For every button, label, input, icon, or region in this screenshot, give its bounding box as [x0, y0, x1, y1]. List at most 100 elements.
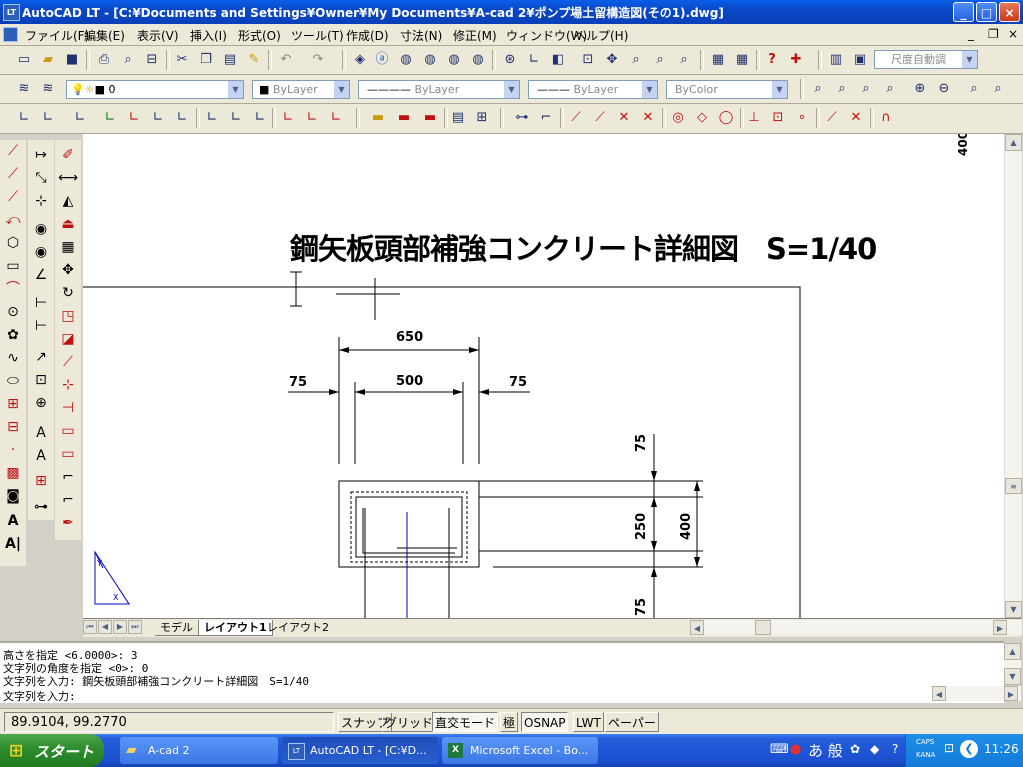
- snap-center-icon[interactable]: ◎: [668, 108, 688, 128]
- redo-icon[interactable]: ↷: [308, 50, 328, 70]
- undo-icon[interactable]: ↶: [276, 50, 296, 70]
- leader-icon[interactable]: ↗: [28, 346, 54, 368]
- region-icon[interactable]: ▬: [394, 108, 414, 128]
- hyperlink-icon[interactable]: ⓐ: [372, 50, 392, 70]
- zoom-dynamic-icon[interactable]: ⌕: [832, 79, 852, 99]
- center-mark-icon[interactable]: ⊕: [28, 392, 54, 414]
- osnap-toggle[interactable]: OSNAP: [521, 712, 569, 732]
- ucs-view-icon[interactable]: ∟: [172, 108, 192, 128]
- dim-style-icon[interactable]: ⊶: [28, 496, 54, 518]
- cut-icon[interactable]: ✂: [172, 50, 192, 70]
- ucs-zaxis-icon[interactable]: ∟: [124, 108, 144, 128]
- publish-icon[interactable]: ⊟: [142, 50, 162, 70]
- paste-icon[interactable]: ▤: [220, 50, 240, 70]
- menu-edit[interactable]: 編集(E): [84, 27, 125, 44]
- grid-toggle[interactable]: グリッド: [382, 712, 437, 732]
- hatch-tool-icon[interactable]: ▩: [0, 462, 26, 484]
- maximize-button[interactable]: □: [976, 2, 997, 22]
- dim-edit-icon[interactable]: A: [28, 422, 54, 444]
- snap-apparent-icon[interactable]: ✕: [638, 108, 658, 128]
- circle-icon[interactable]: ⊙: [0, 301, 26, 323]
- print-preview-icon[interactable]: ⌕: [118, 50, 138, 70]
- ucs-origin-icon[interactable]: ∟: [100, 108, 120, 128]
- dim-angular-icon[interactable]: ∠: [28, 264, 54, 286]
- tab-first-icon[interactable]: ⏮: [83, 620, 97, 634]
- tab-layout2[interactable]: レイアウト2: [262, 620, 334, 635]
- chevron-down-icon[interactable]: ▼: [334, 81, 349, 98]
- ucs-3point-icon[interactable]: ∟: [148, 108, 168, 128]
- snap-icon[interactable]: ⊛: [500, 50, 520, 70]
- drawing-canvas[interactable]: 鋼矢板頭部補強コンクリート詳細図 S=1/40 400 650 500 75 7…: [83, 134, 1004, 618]
- menu-help[interactable]: ヘルプ(H): [574, 27, 628, 44]
- zoom-realtime-icon[interactable]: ⌕: [626, 50, 646, 70]
- dim-update-icon[interactable]: ⊞: [28, 470, 54, 492]
- meet-now-icon[interactable]: ◍: [444, 50, 464, 70]
- zoom-extents-icon[interactable]: ⌕: [988, 79, 1008, 99]
- help-icon[interactable]: ?: [762, 50, 782, 70]
- document-icon[interactable]: [3, 27, 18, 42]
- layer-combo[interactable]: 💡☼■ 0 ▼: [66, 80, 244, 99]
- chevron-down-icon[interactable]: ▼: [504, 81, 519, 98]
- stretch-icon[interactable]: ◪: [55, 328, 81, 350]
- mirror-icon[interactable]: ◭: [55, 190, 81, 212]
- osnap-settings-icon[interactable]: ∩: [876, 108, 896, 128]
- rectangle-icon[interactable]: ▭: [0, 255, 26, 277]
- scale-icon[interactable]: ◳: [55, 305, 81, 327]
- design-center-icon[interactable]: ◈: [350, 50, 370, 70]
- tolerance-icon[interactable]: ⊡: [28, 369, 54, 391]
- temp-track-icon[interactable]: ⊶: [512, 108, 532, 128]
- cmd-scroll-right-icon[interactable]: ▶: [1004, 686, 1018, 701]
- color-combo[interactable]: ■ ByLayer ▼: [252, 80, 350, 99]
- ucs-previous-icon[interactable]: ∟: [326, 108, 346, 128]
- revision-cloud-icon[interactable]: ✿: [0, 324, 26, 346]
- snap-perpendicular-icon[interactable]: ⊥: [744, 108, 764, 128]
- tab-last-icon[interactable]: ⏭: [128, 620, 142, 634]
- copy-icon[interactable]: ❐: [196, 50, 216, 70]
- text-icon[interactable]: A: [0, 510, 26, 532]
- start-button[interactable]: ⊞ スタート: [0, 734, 104, 767]
- open-folder-icon[interactable]: ▰: [38, 50, 58, 70]
- array-icon[interactable]: ▦: [55, 236, 81, 258]
- list-icon[interactable]: ▤: [448, 108, 468, 128]
- task-a-cad-2[interactable]: ▰ A-cad 2: [120, 737, 278, 764]
- ucs-object-icon[interactable]: ∟: [38, 108, 58, 128]
- tab-next-icon[interactable]: ▶: [113, 620, 127, 634]
- mtext-icon[interactable]: A|: [0, 533, 26, 555]
- ucs-z-icon[interactable]: ∟: [250, 108, 270, 128]
- snap-none-icon[interactable]: ✕: [846, 108, 866, 128]
- chevron-left-icon[interactable]: ❮: [960, 740, 978, 758]
- hscroll-thumb[interactable]: [755, 620, 771, 635]
- close-button[interactable]: ×: [999, 2, 1020, 22]
- ime-tool-icon[interactable]: ✿: [850, 742, 860, 756]
- ucs-face-icon[interactable]: ∟: [70, 108, 90, 128]
- scroll-up-icon[interactable]: ▲: [1005, 134, 1022, 151]
- snap-tangent-icon[interactable]: ◯: [716, 108, 736, 128]
- menu-insert[interactable]: 挿入(I): [190, 27, 227, 44]
- zoom-all-icon[interactable]: ⌕: [964, 79, 984, 99]
- model-paper-toggle[interactable]: ペーパー: [605, 712, 659, 732]
- menu-view[interactable]: 表示(V): [137, 27, 179, 44]
- lengthen-icon[interactable]: ⟋: [55, 351, 81, 373]
- task-excel[interactable]: X Microsoft Excel - Bo...: [442, 737, 598, 764]
- zoom-window-2-icon[interactable]: ⌕: [808, 79, 828, 99]
- cmd-scroll-up-icon[interactable]: ▲: [1004, 643, 1021, 660]
- internet-icon[interactable]: ◍: [468, 50, 488, 70]
- snap-intersection-icon[interactable]: ✕: [614, 108, 634, 128]
- move-icon[interactable]: ✥: [55, 259, 81, 281]
- polar-toggle[interactable]: 極: [500, 712, 519, 732]
- tile-icon[interactable]: ▥: [826, 50, 846, 70]
- snap-endpoint-icon[interactable]: ⟋: [566, 108, 586, 128]
- properties-icon[interactable]: ▦: [708, 50, 728, 70]
- dim-diameter-icon[interactable]: ◉: [28, 241, 54, 263]
- horizontal-scrollbar[interactable]: ◀ ▶: [690, 620, 1022, 635]
- linetype-combo[interactable]: ———— ByLayer ▼: [358, 80, 520, 99]
- scroll-thumb[interactable]: ≡: [1005, 478, 1022, 494]
- ime-icon[interactable]: ●: [790, 742, 801, 757]
- globe-icon[interactable]: ◍: [420, 50, 440, 70]
- dim-ordinate-icon[interactable]: ⊹: [28, 190, 54, 212]
- copy-object-icon[interactable]: ⟷: [55, 167, 81, 189]
- minimize-button[interactable]: _: [953, 2, 974, 22]
- mdi-minimize-button[interactable]: _: [968, 27, 974, 41]
- ucs-icon[interactable]: ∟: [524, 50, 544, 70]
- menu-tools[interactable]: ツール(T): [291, 27, 344, 44]
